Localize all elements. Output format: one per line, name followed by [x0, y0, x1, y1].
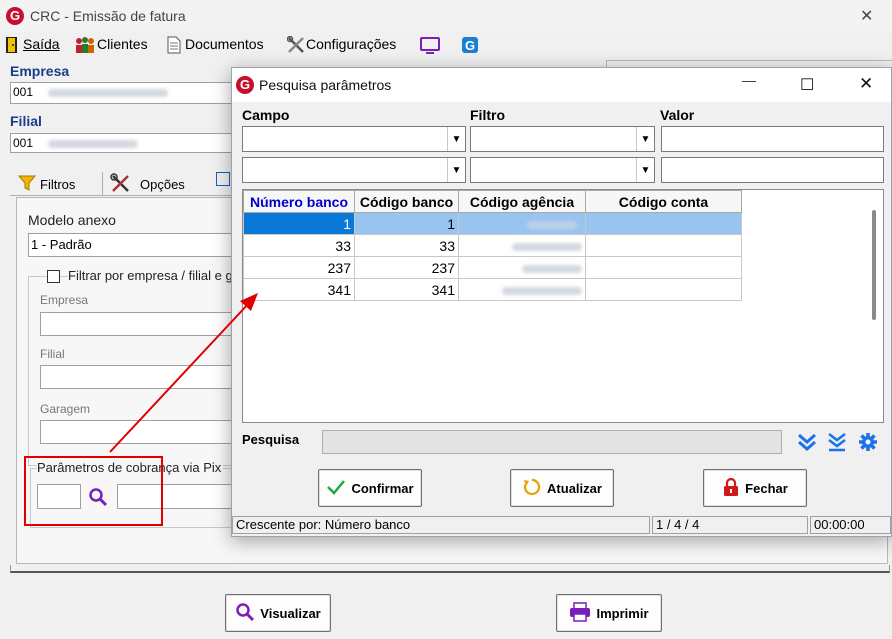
annotation-arrow	[109, 293, 258, 453]
